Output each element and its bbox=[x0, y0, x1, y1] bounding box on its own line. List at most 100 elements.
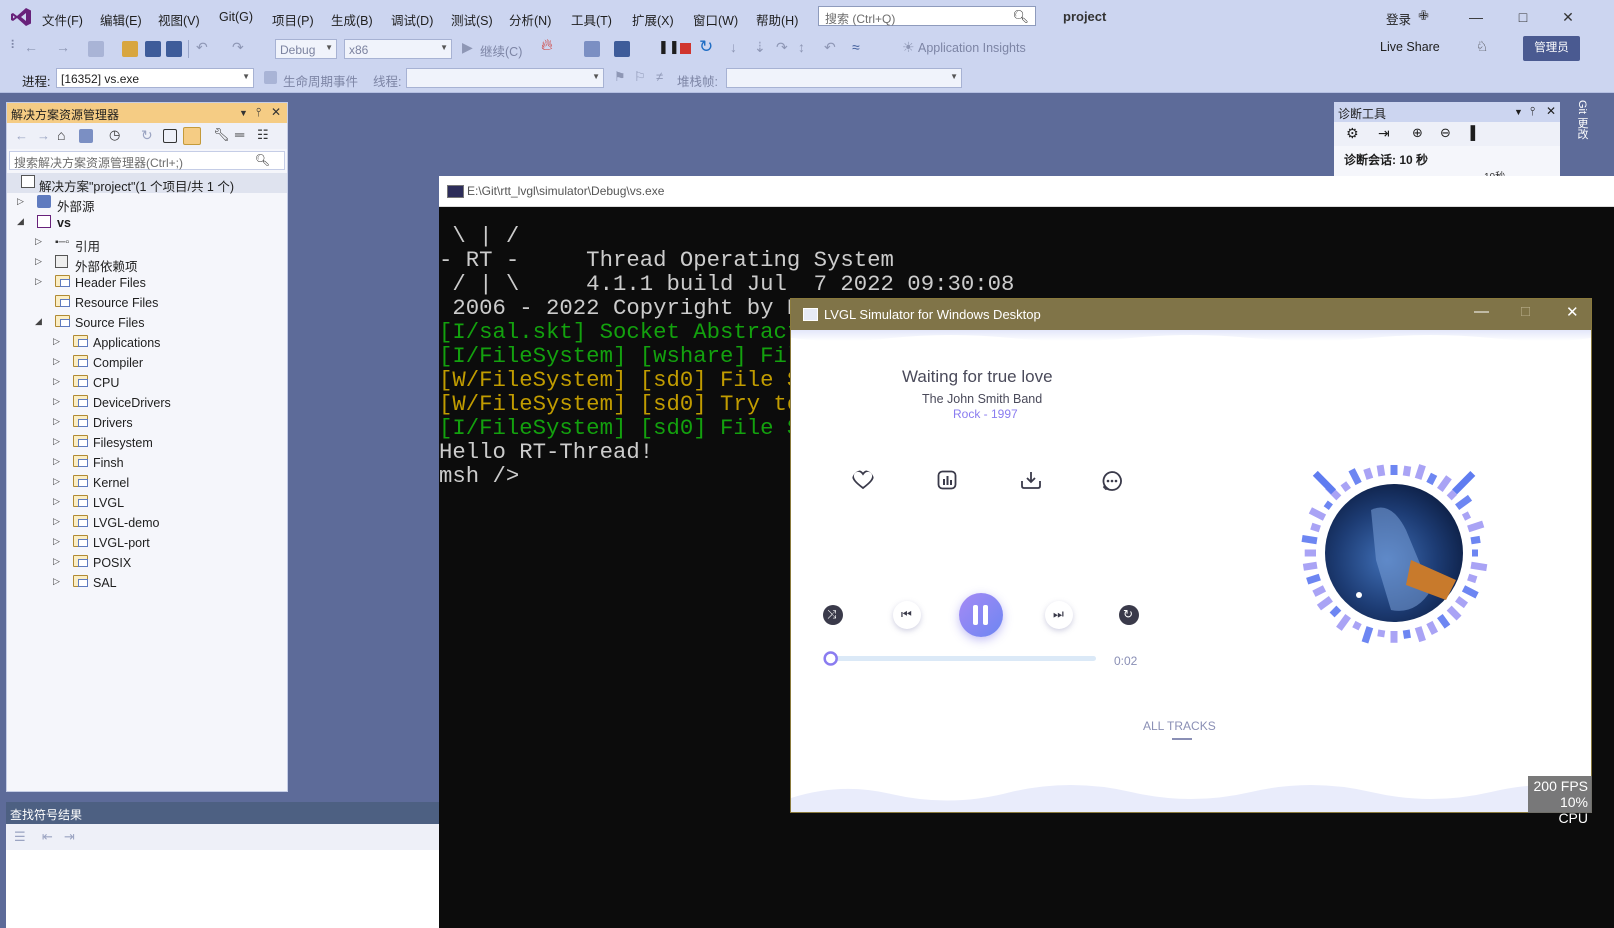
expand-arrow-icon[interactable]: ▷ bbox=[53, 536, 60, 547]
repeat-button[interactable]: ↻ bbox=[1119, 605, 1139, 625]
download-icon[interactable] bbox=[1020, 470, 1042, 490]
expand-arrow-icon[interactable]: ▷ bbox=[53, 476, 60, 487]
diagnostics-toggle-icon[interactable]: ≈ bbox=[852, 39, 860, 55]
back-icon[interactable]: ← bbox=[15, 128, 28, 143]
shuffle-button[interactable]: ⤨ bbox=[823, 605, 843, 625]
tree-solution-node[interactable]: 解决方案"project"(1 个项目/共 1 个) bbox=[7, 173, 287, 194]
forward-icon[interactable]: → bbox=[56, 39, 70, 55]
menu-project[interactable]: 项目(P) bbox=[272, 10, 314, 29]
expand-arrow-icon[interactable]: ▷ bbox=[35, 276, 42, 287]
expand-arrow-icon[interactable]: ▷ bbox=[53, 556, 60, 567]
home-icon[interactable]: ⌂ bbox=[57, 127, 65, 143]
stack-frame-combo[interactable]: ▼ bbox=[726, 68, 962, 88]
expand-arrow-icon[interactable]: ▷ bbox=[53, 496, 60, 507]
close-icon[interactable]: ✕ bbox=[1546, 104, 1556, 118]
expand-arrow-icon[interactable]: ▷ bbox=[53, 356, 60, 367]
step-back-icon[interactable]: ↕ bbox=[798, 39, 805, 55]
menu-view[interactable]: 视图(V) bbox=[158, 10, 200, 29]
export-icon[interactable]: ⇥ bbox=[1378, 125, 1390, 142]
configuration-combo[interactable]: Debug ▼ bbox=[275, 39, 337, 59]
expand-arrow-icon[interactable]: ▷ bbox=[53, 376, 60, 387]
next-button[interactable]: ⏭︎ bbox=[1045, 601, 1073, 629]
stop-icon[interactable] bbox=[680, 43, 691, 54]
chevron-down-icon[interactable]: ▼ bbox=[1514, 107, 1523, 117]
application-insights-button[interactable]: Application Insights bbox=[918, 41, 1026, 55]
collapse-arrow-icon[interactable]: ◢ bbox=[35, 316, 42, 327]
menu-tools[interactable]: 工具(T) bbox=[571, 10, 612, 29]
all-tracks-tab[interactable]: ALL TRACKS bbox=[1143, 719, 1216, 733]
menu-extensions[interactable]: 扩展(X) bbox=[632, 10, 674, 29]
previous-icon[interactable]: ⇤ bbox=[42, 829, 53, 845]
flag-icon[interactable]: ⚑ bbox=[614, 69, 626, 85]
save-all-icon[interactable] bbox=[166, 41, 182, 57]
minimize-icon[interactable]: — bbox=[1456, 6, 1496, 28]
previous-button[interactable]: ⏮︎ bbox=[893, 601, 921, 629]
new-project-icon[interactable] bbox=[88, 41, 104, 57]
expand-arrow-icon[interactable]: ▷ bbox=[17, 196, 24, 207]
process-combo[interactable]: [16352] vs.exe ▼ bbox=[56, 68, 254, 88]
expand-arrow-icon[interactable]: ▷ bbox=[53, 416, 60, 427]
zoom-out-icon[interactable]: ⊖ bbox=[1440, 125, 1451, 141]
history-icon[interactable]: ◷ bbox=[109, 127, 120, 143]
expand-arrow-icon[interactable]: ▷ bbox=[35, 236, 42, 247]
step-out-icon[interactable]: ↷ bbox=[776, 39, 788, 56]
menu-test[interactable]: 测试(S) bbox=[451, 10, 493, 29]
undo-debug-icon[interactable]: ↶ bbox=[824, 39, 836, 56]
expand-arrow-icon[interactable]: ▷ bbox=[53, 456, 60, 467]
maximize-icon[interactable]: □ bbox=[1503, 6, 1543, 28]
menu-file[interactable]: 文件(F) bbox=[42, 10, 83, 29]
chart-icon[interactable] bbox=[937, 470, 957, 490]
collapse-arrow-icon[interactable]: ◢ bbox=[17, 216, 24, 227]
save-icon[interactable] bbox=[145, 41, 161, 57]
hot-reload-icon[interactable]: 🔥︎ bbox=[541, 37, 553, 55]
github-copilot-icon[interactable]: ♘ bbox=[1476, 38, 1489, 55]
heart-icon[interactable] bbox=[852, 470, 874, 490]
expand-arrow-icon[interactable]: ▷ bbox=[53, 516, 60, 527]
menu-debug[interactable]: 调试(D) bbox=[391, 10, 433, 29]
maximize-icon[interactable]: □ bbox=[1521, 303, 1530, 320]
gear-icon[interactable]: ⚙ bbox=[1346, 125, 1359, 142]
close-icon[interactable]: ✕ bbox=[271, 105, 281, 119]
menu-edit[interactable]: 编辑(E) bbox=[100, 10, 142, 29]
lifecycle-events-button[interactable]: 生命周期事件 bbox=[283, 71, 358, 90]
search-input[interactable]: 搜索 (Ctrl+Q) 🔍︎ bbox=[818, 6, 1036, 26]
pin-icon[interactable]: ⫯ bbox=[256, 105, 261, 120]
step-into-icon[interactable]: ↓ bbox=[730, 39, 737, 55]
switch-views-icon[interactable] bbox=[79, 129, 93, 143]
wrench-icon[interactable]: 🔧︎ bbox=[213, 127, 230, 143]
continue-icon[interactable]: ▶ bbox=[462, 39, 473, 56]
back-icon[interactable]: ← bbox=[24, 39, 38, 55]
class-diagram-icon[interactable]: ☷ bbox=[257, 127, 269, 143]
step-over-icon[interactable]: ⇣ bbox=[754, 39, 766, 56]
login-link[interactable]: 登录 bbox=[1386, 9, 1411, 28]
lightbulb-icon[interactable]: ☀ bbox=[902, 39, 915, 56]
solution-search-input[interactable]: 搜索解决方案资源管理器(Ctrl+;) 🔍︎ bbox=[9, 151, 285, 170]
expand-arrow-icon[interactable]: ▷ bbox=[53, 576, 60, 587]
open-folder-icon[interactable] bbox=[122, 41, 138, 57]
live-share-button[interactable]: Live Share bbox=[1380, 40, 1440, 54]
preview-icon[interactable]: ═ bbox=[235, 127, 244, 142]
pause-icon[interactable]: ❚❚ bbox=[658, 39, 680, 55]
expand-arrow-icon[interactable]: ▷ bbox=[53, 436, 60, 447]
minimize-icon[interactable]: — bbox=[1474, 303, 1489, 320]
continue-button[interactable]: 继续(C) bbox=[480, 41, 522, 60]
redo-icon[interactable]: ↷ bbox=[232, 39, 244, 56]
git-changes-side-tab[interactable]: Git 更改 bbox=[1566, 100, 1590, 160]
pause-button[interactable] bbox=[959, 593, 1003, 637]
zoom-in-icon[interactable]: ⊕ bbox=[1412, 125, 1423, 141]
chart-icon[interactable]: ▐ bbox=[1466, 125, 1475, 140]
forward-icon[interactable]: → bbox=[37, 128, 50, 143]
feedback-icon[interactable]: ✙ bbox=[1418, 8, 1429, 24]
menu-help[interactable]: 帮助(H) bbox=[756, 10, 798, 29]
flag-thread-icon[interactable]: ⚐ bbox=[634, 69, 646, 85]
list-icon[interactable]: ☰ bbox=[14, 829, 26, 845]
platform-combo[interactable]: x86 ▼ bbox=[344, 39, 452, 59]
expand-arrow-icon[interactable]: ▷ bbox=[35, 256, 42, 267]
menu-analyze[interactable]: 分析(N) bbox=[509, 10, 551, 29]
restart-icon[interactable]: ↻ bbox=[699, 37, 713, 57]
show-all-files-icon[interactable] bbox=[183, 127, 201, 145]
chevron-down-icon[interactable]: ▼ bbox=[239, 108, 248, 118]
thread-combo[interactable]: ▼ bbox=[406, 68, 604, 88]
next-icon[interactable]: ⇥ bbox=[64, 829, 75, 845]
menu-build[interactable]: 生成(B) bbox=[331, 10, 373, 29]
